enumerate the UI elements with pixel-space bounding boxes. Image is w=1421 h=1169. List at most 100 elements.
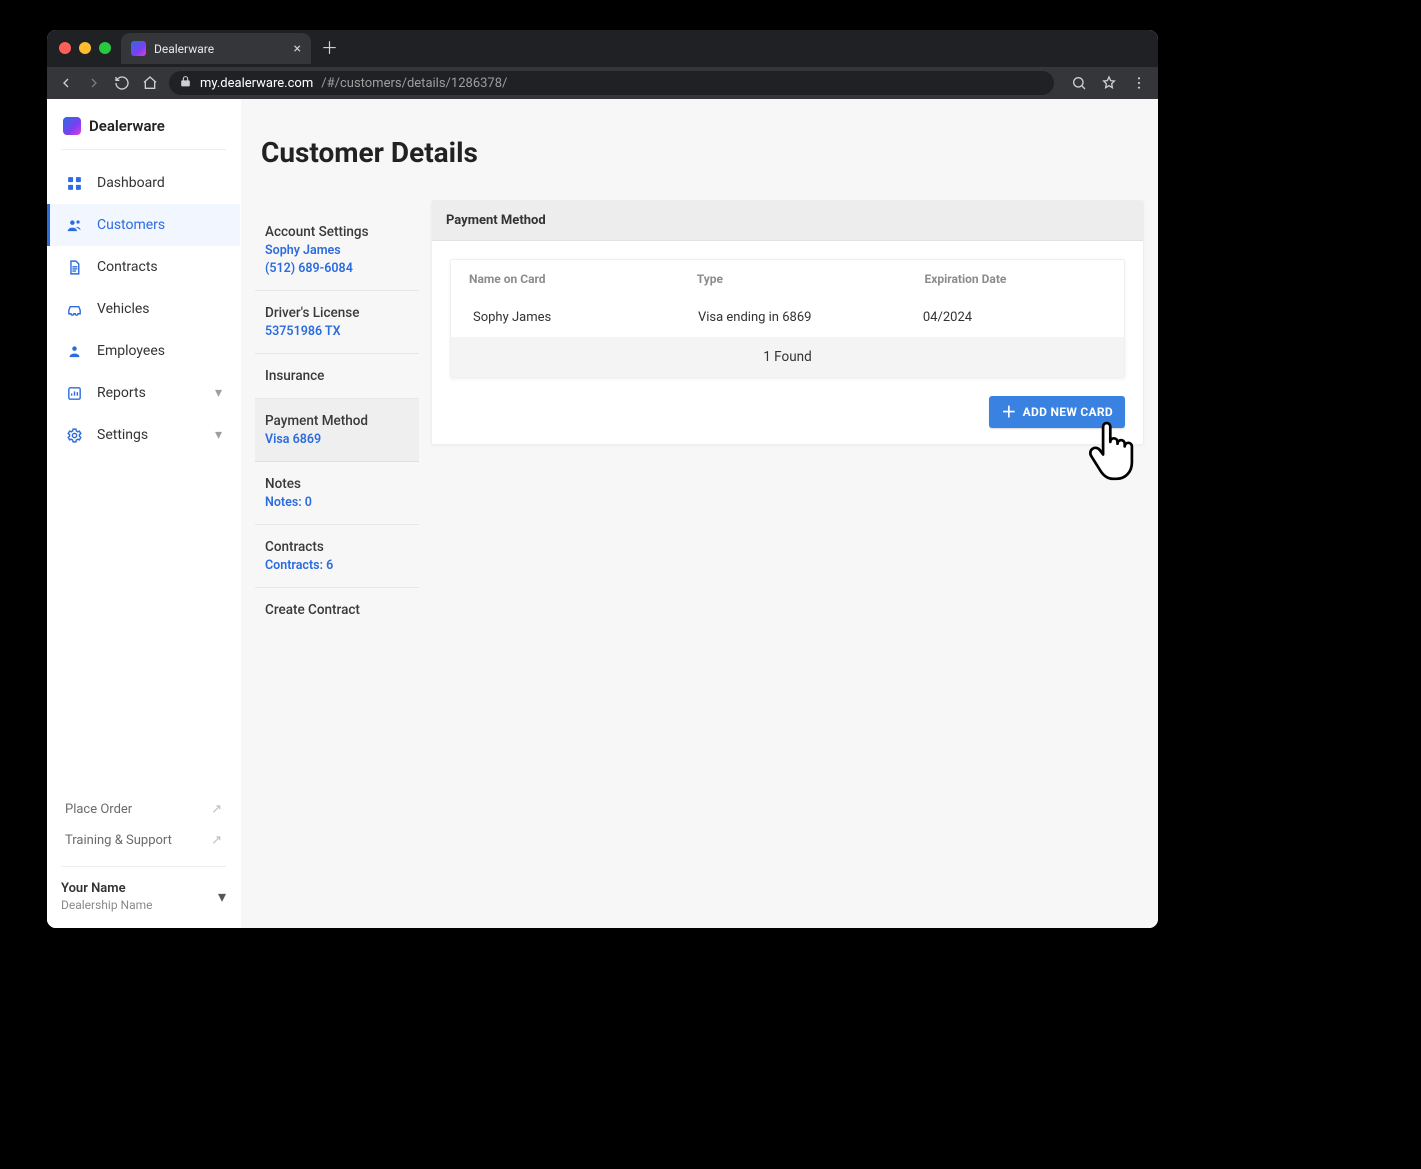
dealership-name: Dealership Name xyxy=(61,898,153,912)
reload-icon[interactable] xyxy=(113,74,131,92)
employees-icon xyxy=(65,342,83,360)
home-icon[interactable] xyxy=(141,74,159,92)
nav-label: Vehicles xyxy=(97,301,150,317)
sidebar: Dealerware Dashboard Customers xyxy=(47,99,241,928)
more-menu-icon[interactable] xyxy=(1130,74,1148,92)
gear-icon xyxy=(65,426,83,444)
app-root: Dealerware Dashboard Customers xyxy=(47,99,1158,928)
col-expiration: Expiration Date xyxy=(925,272,1106,286)
url-path: /#/customers/details/1286378/ xyxy=(321,76,507,91)
subnav-label: Create Contract xyxy=(265,602,409,618)
table-header-row: Name on Card Type Expiration Date xyxy=(451,260,1124,298)
page-title: Customer Details xyxy=(241,118,1158,175)
cell-expiration: 04/2024 xyxy=(923,310,1102,325)
forward-icon xyxy=(85,74,103,92)
cell-type: Visa ending in 6869 xyxy=(698,310,913,325)
nav-dashboard[interactable]: Dashboard xyxy=(47,162,240,204)
chevron-down-icon: ▾ xyxy=(215,385,222,401)
cards-table: Name on Card Type Expiration Date Sophy … xyxy=(450,259,1125,378)
fullscreen-window-icon[interactable] xyxy=(99,42,111,54)
subnav-create-contract[interactable]: Create Contract xyxy=(255,588,419,632)
subnav-account-settings[interactable]: Account Settings Sophy James (512) 689-6… xyxy=(255,210,419,291)
external-link-icon: ↗ xyxy=(211,833,222,848)
nav-label: Employees xyxy=(97,343,165,359)
customer-name: Sophy James xyxy=(265,243,409,258)
brand-logo-icon xyxy=(63,117,81,135)
notes-count: Notes: 0 xyxy=(265,495,409,510)
lock-icon xyxy=(179,75,192,92)
close-window-icon[interactable] xyxy=(59,42,71,54)
panel-title: Payment Method xyxy=(432,201,1143,241)
training-support-link[interactable]: Training & Support ↗ xyxy=(47,825,240,856)
nav-label: Contracts xyxy=(97,259,158,275)
divider xyxy=(61,149,226,150)
browser-tab[interactable]: Dealerware × xyxy=(121,33,311,64)
button-label: ADD NEW CARD xyxy=(1023,405,1113,419)
primary-nav: Dashboard Customers Contracts xyxy=(47,156,240,456)
chevron-down-icon: ▾ xyxy=(218,887,226,906)
main-content: Customer Details Account Settings Sophy … xyxy=(241,99,1158,928)
back-icon[interactable] xyxy=(57,74,75,92)
brand[interactable]: Dealerware xyxy=(47,99,240,149)
contracts-icon xyxy=(65,258,83,276)
close-tab-icon[interactable]: × xyxy=(294,41,301,57)
payment-method-panel: Payment Method Name on Card Type Expirat… xyxy=(431,200,1144,445)
subnav-label: Account Settings xyxy=(265,224,409,240)
subnav-label: Contracts xyxy=(265,539,409,555)
customer-phone: (512) 689-6084 xyxy=(265,261,409,276)
subnav-label: Payment Method xyxy=(265,413,409,429)
tab-title: Dealerware xyxy=(154,42,214,56)
browser-window: Dealerware × ＋ my.dealerware.com /#/custo… xyxy=(47,30,1158,928)
new-tab-button[interactable]: ＋ xyxy=(321,34,338,63)
place-order-link[interactable]: Place Order ↗ xyxy=(47,794,240,825)
subnav-contracts[interactable]: Contracts Contracts: 6 xyxy=(255,525,419,588)
zoom-icon[interactable] xyxy=(1070,74,1088,92)
payment-summary: Visa 6869 xyxy=(265,432,409,447)
customer-subnav: Account Settings Sophy James (512) 689-6… xyxy=(245,200,419,632)
chevron-down-icon: ▾ xyxy=(215,427,222,443)
nav-customers[interactable]: Customers xyxy=(47,204,240,246)
link-label: Place Order xyxy=(65,802,132,817)
subnav-drivers-license[interactable]: Driver's License 53751986 TX xyxy=(255,291,419,354)
browser-address-bar: my.dealerware.com /#/customers/details/12… xyxy=(47,67,1158,99)
nav-vehicles[interactable]: Vehicles xyxy=(47,288,240,330)
col-name-on-card: Name on Card xyxy=(469,272,687,286)
dashboard-icon xyxy=(65,174,83,192)
nav-label: Dashboard xyxy=(97,175,165,191)
reports-icon xyxy=(65,384,83,402)
results-count: 1 Found xyxy=(763,349,811,365)
subnav-insurance[interactable]: Insurance xyxy=(255,354,419,399)
nav-label: Customers xyxy=(97,217,165,233)
add-new-card-button[interactable]: ＋ ADD NEW CARD xyxy=(989,396,1125,428)
subnav-label: Notes xyxy=(265,476,409,492)
license-number: 53751986 TX xyxy=(265,324,409,339)
tab-favicon-icon xyxy=(131,41,146,56)
subnav-payment-method[interactable]: Payment Method Visa 6869 xyxy=(255,399,419,462)
nav-settings[interactable]: Settings ▾ xyxy=(47,414,240,456)
account-name: Your Name xyxy=(61,881,153,896)
subnav-label: Driver's License xyxy=(265,305,409,321)
subnav-notes[interactable]: Notes Notes: 0 xyxy=(255,462,419,525)
nav-reports[interactable]: Reports ▾ xyxy=(47,372,240,414)
nav-contracts[interactable]: Contracts xyxy=(47,246,240,288)
minimize-window-icon[interactable] xyxy=(79,42,91,54)
external-link-icon: ↗ xyxy=(211,802,222,817)
customers-icon xyxy=(65,216,83,234)
nav-employees[interactable]: Employees xyxy=(47,330,240,372)
nav-label: Reports xyxy=(97,385,146,401)
col-type: Type xyxy=(697,272,915,286)
window-controls[interactable] xyxy=(59,42,111,54)
contracts-count: Contracts: 6 xyxy=(265,558,409,573)
account-switcher[interactable]: Your Name Dealership Name ▾ xyxy=(61,866,226,912)
browser-titlebar: Dealerware × ＋ xyxy=(47,30,1158,67)
nav-label: Settings xyxy=(97,427,148,443)
url-host: my.dealerware.com xyxy=(200,76,313,91)
table-row[interactable]: Sophy James Visa ending in 6869 04/2024 xyxy=(451,298,1124,337)
vehicles-icon xyxy=(65,300,83,318)
link-label: Training & Support xyxy=(65,833,172,848)
subnav-label: Insurance xyxy=(265,368,409,384)
brand-name: Dealerware xyxy=(89,117,165,135)
cell-name-on-card: Sophy James xyxy=(473,310,688,325)
bookmark-star-icon[interactable] xyxy=(1100,74,1118,92)
url-input[interactable]: my.dealerware.com /#/customers/details/12… xyxy=(169,71,1054,95)
